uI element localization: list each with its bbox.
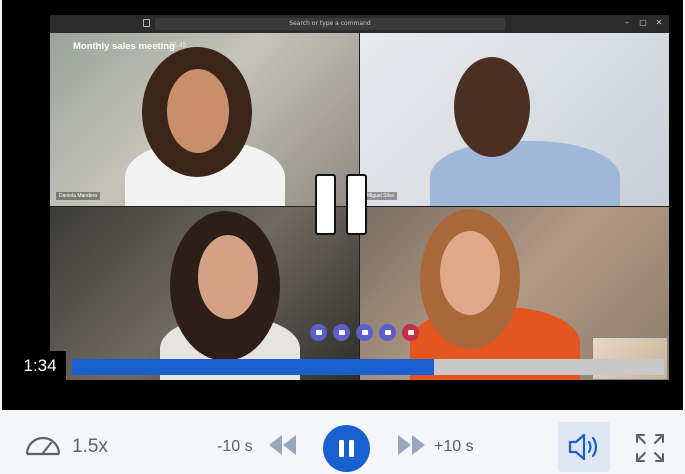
more-options-icon — [379, 323, 396, 341]
share-screen-icon — [356, 323, 373, 341]
forward-label[interactable]: +10 s — [434, 438, 474, 456]
participant-tile-4 — [360, 207, 669, 380]
minimize-icon: – — [625, 18, 629, 27]
fast-forward-icon[interactable] — [396, 434, 426, 456]
participant-tile-2: Miguel Silva — [360, 33, 669, 206]
call-controls — [310, 323, 419, 341]
rewind-icon[interactable] — [268, 434, 298, 456]
pause-overlay-bar-left — [315, 174, 336, 235]
rewind-label[interactable]: -10 s — [217, 438, 253, 456]
participant-face — [454, 57, 530, 157]
play-pause-button[interactable] — [323, 425, 370, 472]
speaker-volume-icon — [568, 433, 598, 461]
participant-name-tag: Daniela Mandera — [56, 192, 101, 200]
teams-titlebar: Search or type a command – □ ✕ — [50, 15, 669, 33]
participant-tile-1: Daniela Mandera — [50, 33, 359, 206]
camera-icon — [310, 323, 327, 341]
participant-face — [198, 235, 258, 319]
meeting-title: Monthly sales meeting — [73, 41, 175, 52]
participant-body — [430, 141, 620, 206]
progress-bar[interactable] — [72, 359, 664, 375]
pause-overlay-icon[interactable] — [315, 174, 368, 235]
video-stage[interactable]: Search or type a command – □ ✕ Daniela M… — [2, 0, 683, 410]
hang-up-icon — [402, 323, 419, 341]
control-bar: 1.5x -10 s +10 s — [0, 410, 685, 474]
participant-face — [167, 69, 229, 153]
participant-name-tag: Miguel Silva — [364, 192, 397, 200]
compose-icon — [143, 19, 150, 27]
microphone-icon — [333, 323, 350, 341]
participant-tile-3 — [50, 207, 359, 380]
video-player: Search or type a command – □ ✕ Daniela M… — [0, 0, 685, 474]
progress-bar-fill — [72, 359, 435, 375]
fullscreen-icon[interactable] — [634, 432, 666, 464]
volume-button[interactable] — [558, 422, 610, 472]
maximize-icon: □ — [639, 18, 647, 27]
pause-icon-bar — [349, 440, 354, 457]
pause-overlay-bar-right — [346, 174, 367, 235]
teams-search-bar: Search or type a command — [155, 18, 505, 30]
participant-face — [440, 231, 500, 315]
meeting-elapsed: 33:45 — [169, 42, 187, 49]
pause-icon — [339, 440, 344, 457]
close-icon: ✕ — [655, 18, 663, 27]
playback-speed-label[interactable]: 1.5x — [72, 436, 108, 458]
current-time: 1:34 — [14, 351, 66, 381]
speedometer-icon[interactable] — [24, 432, 62, 456]
